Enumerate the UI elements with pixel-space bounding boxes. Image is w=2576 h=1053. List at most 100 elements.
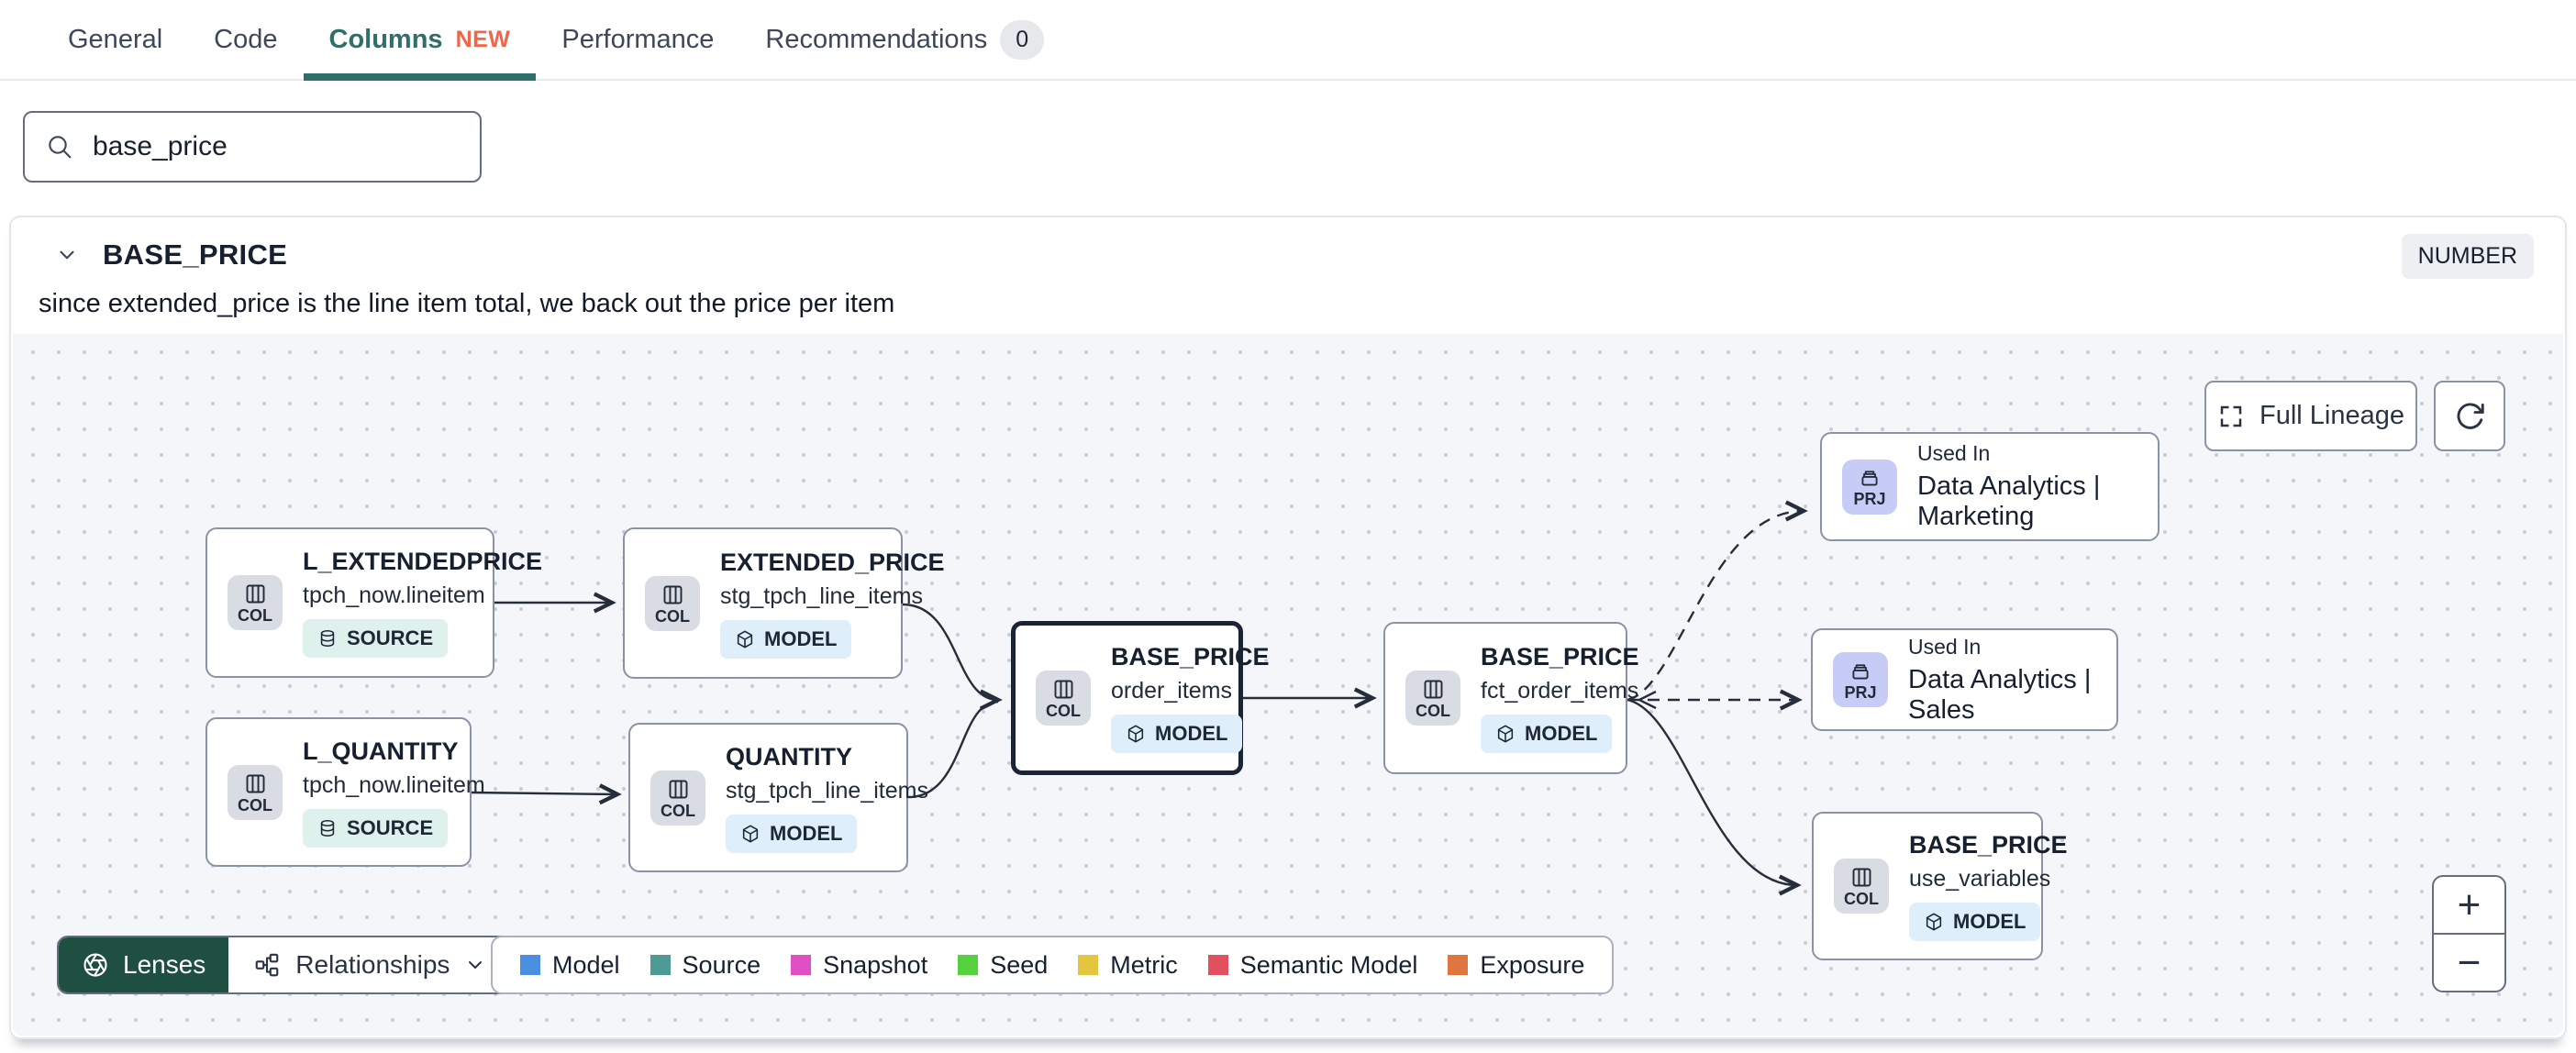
resource-type-badge: MODEL <box>720 619 852 659</box>
resource-type-badge: MODEL <box>1481 715 1613 753</box>
lineage-canvas[interactable]: COL L_EXTENDEDPRICE tpch_now.lineitem SO… <box>13 334 2563 1036</box>
lineage-node-used-in-marketing[interactable]: PRJ Used In Data Analytics | Marketing <box>1820 432 2160 541</box>
expand-icon <box>2217 403 2245 430</box>
collapse-chevron-icon[interactable] <box>55 243 79 267</box>
table-columns-icon <box>1849 865 1874 890</box>
legend-item-exposure: Exposure <box>1448 951 1584 980</box>
column-type-badge: NUMBER <box>2401 234 2534 279</box>
table-columns-icon <box>1051 677 1076 702</box>
node-title: BASE_PRICE <box>1909 831 2068 859</box>
resource-type-badge: MODEL <box>1111 715 1243 753</box>
refresh-button[interactable] <box>2434 381 2505 451</box>
project-kind-box: PRJ <box>1842 459 1897 515</box>
tab-recommendations[interactable]: Recommendations 0 <box>739 0 1070 79</box>
lenses-button[interactable]: Lenses <box>59 937 229 992</box>
column-detail-panel: BASE_PRICE NUMBER since extended_price i… <box>9 216 2567 1039</box>
snapshot-swatch <box>791 955 812 975</box>
zoom-controls: + − <box>2432 875 2506 992</box>
lenses-relationships-control: Lenses Relationships <box>57 936 514 994</box>
lineage-node-base-price-use-variables[interactable]: COL BASE_PRICE use_variables MODEL <box>1812 812 2068 960</box>
column-kind-box: COL <box>1834 859 1889 914</box>
resource-type-badge: SOURCE <box>303 619 449 658</box>
resource-type-legend: Model Source Snapshot Seed Metric Semant… <box>491 936 1615 994</box>
relationships-icon <box>253 951 281 979</box>
cube-icon <box>735 629 755 649</box>
exposure-swatch <box>1448 955 1469 975</box>
tab-general[interactable]: General <box>42 0 188 79</box>
column-kind-box: COL <box>228 764 283 820</box>
tab-bar: General Code Columns NEW Performance Rec… <box>0 0 2576 81</box>
search-icon <box>45 132 74 161</box>
node-title: Data Analytics | Marketing <box>1917 471 2101 531</box>
node-title: L_QUANTITY <box>303 737 459 765</box>
cube-icon <box>1495 724 1516 744</box>
recommendations-count-badge: 0 <box>1000 19 1045 60</box>
new-badge: NEW <box>455 26 511 52</box>
lineage-node-base-price-order-items[interactable]: COL BASE_PRICE order_items MODEL <box>1011 621 1270 775</box>
legend-item-model: Model <box>520 951 620 980</box>
lineage-node-quantity[interactable]: COL QUANTITY stg_tpch_line_items MODEL <box>628 723 928 872</box>
database-icon <box>317 628 338 648</box>
legend-item-metric: Metric <box>1078 951 1178 980</box>
semantic-model-swatch <box>1207 955 1228 975</box>
node-subtitle: tpch_now.lineitem <box>303 582 485 608</box>
node-subtitle: tpch_now.lineitem <box>303 771 485 798</box>
tab-performance[interactable]: Performance <box>536 0 739 79</box>
column-kind-box: COL <box>228 575 283 630</box>
aperture-icon <box>82 951 109 979</box>
legend-item-semantic-model: Semantic Model <box>1207 951 1417 980</box>
lineage-edges <box>471 500 1808 896</box>
node-subtitle: fct_order_items <box>1481 678 1639 704</box>
lineage-node-l-quantity[interactable]: COL L_QUANTITY tpch_now.lineitem SOURCE <box>205 717 485 867</box>
archive-icon <box>1849 660 1872 683</box>
zoom-out-button[interactable]: − <box>2434 935 2504 991</box>
lineage-node-base-price-fct-order-items[interactable]: COL BASE_PRICE fct_order_items MODEL <box>1383 622 1639 774</box>
lineage-node-used-in-sales[interactable]: PRJ Used In Data Analytics | Sales <box>1811 628 2118 731</box>
cube-icon <box>740 824 761 844</box>
resource-type-badge: SOURCE <box>303 808 449 848</box>
node-title: BASE_PRICE <box>1481 643 1639 671</box>
node-subtitle: stg_tpch_line_items <box>726 777 928 804</box>
relationships-dropdown[interactable]: Relationships <box>228 937 511 992</box>
cube-icon <box>1126 724 1146 744</box>
database-icon <box>317 818 338 838</box>
refresh-icon <box>2453 400 2486 433</box>
table-columns-icon <box>243 771 268 796</box>
search-input[interactable]: base_price <box>23 111 482 183</box>
tab-code[interactable]: Code <box>188 0 303 79</box>
node-subtitle: stg_tpch_line_items <box>720 582 923 609</box>
table-columns-icon <box>661 582 685 607</box>
legend-item-snapshot: Snapshot <box>791 951 927 980</box>
resource-type-badge: MODEL <box>1909 903 2041 941</box>
column-kind-box: COL <box>650 770 705 826</box>
node-title: BASE_PRICE <box>1111 643 1270 671</box>
node-title: QUANTITY <box>726 742 852 770</box>
column-header: BASE_PRICE NUMBER <box>11 217 2565 279</box>
zoom-in-button[interactable]: + <box>2434 877 2504 935</box>
lineage-node-extended-price[interactable]: COL EXTENDED_PRICE stg_tpch_line_items M… <box>623 527 945 679</box>
column-kind-box: COL <box>1036 671 1091 726</box>
column-kind-box: COL <box>645 575 700 631</box>
resource-type-badge: MODEL <box>726 814 858 853</box>
cube-icon <box>1924 912 1944 932</box>
project-kind-box: PRJ <box>1833 652 1888 707</box>
column-description: since extended_price is the line item to… <box>39 289 895 318</box>
table-columns-icon <box>666 777 691 802</box>
full-lineage-button[interactable]: Full Lineage <box>2204 381 2417 451</box>
used-in-label: Used In <box>1917 441 1991 465</box>
archive-icon <box>1858 466 1882 490</box>
legend-item-seed: Seed <box>958 951 1048 980</box>
table-columns-icon <box>243 582 268 606</box>
used-in-label: Used In <box>1908 634 1982 659</box>
legend-item-source: Source <box>650 951 761 980</box>
node-title: EXTENDED_PRICE <box>720 548 945 576</box>
table-columns-icon <box>1421 677 1446 702</box>
source-swatch <box>650 955 671 975</box>
lineage-node-l-extendedprice[interactable]: COL L_EXTENDEDPRICE tpch_now.lineitem SO… <box>205 527 542 678</box>
column-name: BASE_PRICE <box>103 238 288 271</box>
column-kind-box: COL <box>1405 671 1460 726</box>
model-swatch <box>520 955 540 975</box>
tab-columns[interactable]: Columns NEW <box>303 0 537 81</box>
node-title: Data Analytics | Sales <box>1908 664 2092 725</box>
chevron-down-icon <box>464 954 486 976</box>
